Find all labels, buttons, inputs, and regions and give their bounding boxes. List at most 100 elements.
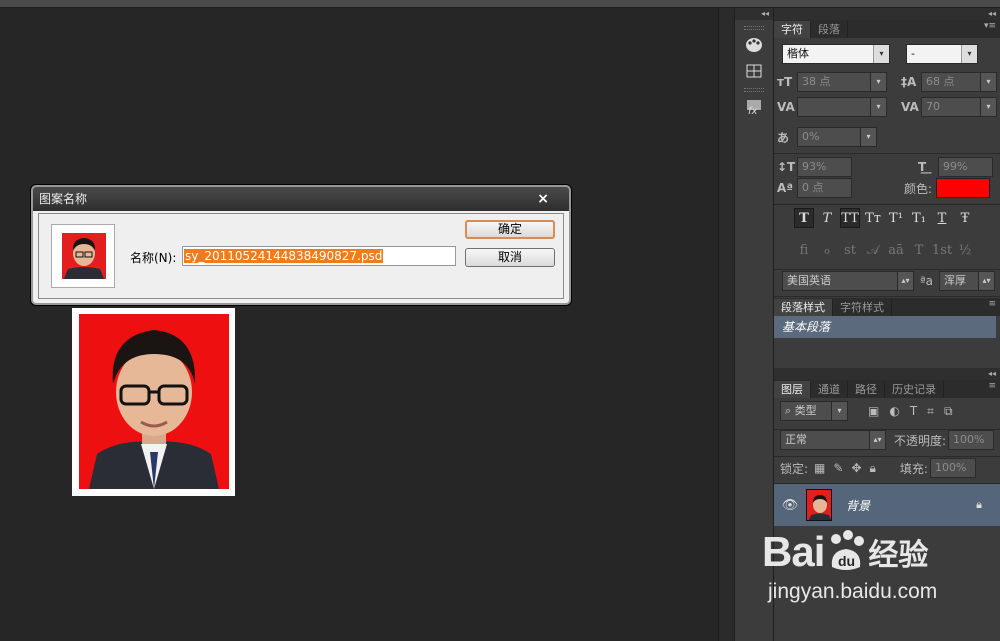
pattern-preview-image xyxy=(62,233,106,279)
character-tabbar: 字符 段落 ▾≡ xyxy=(774,20,1000,38)
font-family-value: 楷体 xyxy=(787,47,809,60)
panel-menu-icon[interactable]: ≡ xyxy=(988,299,996,309)
faux-bold-button[interactable]: T xyxy=(794,208,814,228)
canvas-scroll-gutter[interactable] xyxy=(718,8,734,641)
all-caps-button[interactable]: TT xyxy=(840,208,860,228)
lock-move-icon[interactable]: ✥ xyxy=(851,461,861,475)
filter-adjustment-icon[interactable]: ◐ xyxy=(889,404,899,418)
person-portrait-graphic xyxy=(89,330,219,489)
collapse-icon[interactable]: ◂◂ xyxy=(774,8,1000,20)
fill-field[interactable]: 100% xyxy=(929,458,976,478)
baseline-shift-field[interactable]: 0 点 xyxy=(797,178,852,198)
eye-icon[interactable]: 👁︎ xyxy=(774,498,806,513)
person-portrait-graphic xyxy=(64,238,104,279)
superscript-button[interactable]: T¹ xyxy=(886,208,906,228)
dialog-titlebar[interactable]: 图案名称 × xyxy=(33,187,569,211)
discretionary-ligature-button[interactable]: ℴ xyxy=(817,240,837,260)
vertical-scale-field[interactable]: 93% xyxy=(797,157,852,177)
chevron-down-icon: ▾ xyxy=(873,45,889,63)
id-photo xyxy=(72,308,235,496)
text-color-swatch[interactable] xyxy=(936,178,991,198)
blend-mode-select[interactable]: 正常 ▴▾ xyxy=(780,430,886,450)
top-strip xyxy=(0,0,1000,8)
font-size-icon: ᴛT xyxy=(777,75,793,89)
subscript-button[interactable]: T₁ xyxy=(909,208,929,228)
strikethrough-button[interactable]: Ŧ xyxy=(955,208,975,228)
pattern-name-input[interactable]: sy_20110524144838490827.psd xyxy=(182,246,456,266)
titling-alternates-button[interactable]: aā xyxy=(886,240,906,260)
antialias-select[interactable]: 浑厚 ▴▾ xyxy=(939,271,996,291)
paragraph-styles-tabbar: 段落样式 字符样式 ≡ xyxy=(774,298,1000,316)
scale-ratio-field[interactable]: 0% ▾ xyxy=(797,127,877,147)
layer-row[interactable]: 👁︎ 背景 🔒︎ xyxy=(774,484,1000,526)
ok-button[interactable]: 确定 xyxy=(465,220,555,239)
palette-icon[interactable] xyxy=(741,34,767,56)
ordinals-button[interactable]: 1st xyxy=(932,240,952,260)
vertical-scale-value: 93% xyxy=(802,160,827,173)
filter-smartobject-icon[interactable]: ⧉ xyxy=(944,404,953,419)
collapse-icon[interactable]: ◂◂ xyxy=(735,8,773,20)
filter-pixel-icon[interactable]: ▣ xyxy=(868,404,879,418)
watermark-brand: Bai xyxy=(762,528,825,575)
font-size-field[interactable]: 38 点 ▾ xyxy=(797,72,887,92)
blend-mode-value: 正常 xyxy=(785,433,807,446)
panel-menu-icon[interactable]: ≡ xyxy=(988,381,996,391)
chevron-down-icon: ▾ xyxy=(980,73,996,91)
lock-paint-icon[interactable]: ✎ xyxy=(833,461,843,475)
panel-menu-icon[interactable]: ▾≡ xyxy=(984,21,996,31)
paragraph-style-item[interactable]: 基本段落 xyxy=(774,316,996,338)
lock-transparent-icon[interactable]: ▦ xyxy=(814,461,825,475)
filter-shape-icon[interactable]: ⌗ xyxy=(927,404,934,419)
tab-layers[interactable]: 图层 xyxy=(774,381,811,398)
small-caps-button[interactable]: Tт xyxy=(863,208,883,228)
tab-character[interactable]: 字符 xyxy=(774,21,811,38)
tab-history[interactable]: 历史记录 xyxy=(885,381,944,398)
tab-character-styles[interactable]: 字符样式 xyxy=(833,299,892,316)
opacity-field[interactable]: 100% xyxy=(948,430,995,450)
tab-channels[interactable]: 通道 xyxy=(811,381,848,398)
filter-type-icon[interactable]: T xyxy=(910,404,917,418)
antialias-value: 浑厚 xyxy=(944,274,967,287)
collapse-icon[interactable]: ◂◂ xyxy=(774,368,1000,380)
grip-icon[interactable] xyxy=(744,88,764,92)
language-select[interactable]: 美国英语 ▴▾ xyxy=(782,271,914,291)
ligature-button[interactable]: ﬁ xyxy=(794,240,814,260)
horizontal-scale-field[interactable]: 99% xyxy=(938,157,993,177)
layer-name[interactable]: 背景 xyxy=(846,497,870,514)
tracking-field[interactable]: 70 ▾ xyxy=(921,97,997,117)
faux-italic-button[interactable]: T xyxy=(817,208,837,228)
close-icon[interactable]: × xyxy=(537,187,549,211)
color-label: 颜色: xyxy=(904,181,933,196)
fx-styles-icon[interactable]: fx xyxy=(741,96,767,118)
tab-paragraph[interactable]: 段落 xyxy=(811,21,848,38)
pattern-name-dialog: 图案名称 × 名称(N): sy_20110524144838490827.ps… xyxy=(31,185,571,305)
grid-icon[interactable] xyxy=(741,60,767,82)
tab-paragraph-styles[interactable]: 段落样式 xyxy=(774,299,833,316)
vertical-scale-icon: ↕T xyxy=(777,160,796,174)
tab-paths[interactable]: 路径 xyxy=(848,381,885,398)
stylistic-alternates-button[interactable]: st xyxy=(840,240,860,260)
fractions-button[interactable]: ½ xyxy=(955,240,975,260)
kerning-field[interactable]: ▾ xyxy=(797,97,887,117)
scale-ratio-value: 0% xyxy=(802,130,820,143)
underline-button[interactable]: T xyxy=(932,208,952,228)
fill-value: 100% xyxy=(934,461,967,474)
cancel-button[interactable]: 取消 xyxy=(465,248,555,267)
swash-button[interactable]: 𝒜 xyxy=(863,240,883,260)
name-label: 名称(N): xyxy=(130,251,177,265)
horizontal-scale-value: 99% xyxy=(943,160,968,173)
chevron-down-icon: ▴▾ xyxy=(869,431,885,449)
watermark-url: jingyan.baidu.com xyxy=(768,580,938,603)
chevron-down-icon: ▾ xyxy=(870,73,886,91)
grip-icon[interactable] xyxy=(744,26,764,30)
font-family-select[interactable]: 楷体 ▾ xyxy=(782,44,890,64)
lock-all-icon[interactable]: 🔒︎ xyxy=(870,461,876,476)
layer-filter-value: 类型 xyxy=(794,404,817,417)
font-style-select[interactable]: - ▾ xyxy=(906,44,978,64)
leading-field[interactable]: 68 点 ▾ xyxy=(921,72,997,92)
titling-button[interactable]: T xyxy=(909,240,929,260)
layer-filter-select[interactable]: ⌕ 类型 ▾ xyxy=(780,401,848,421)
lock-label: 锁定: xyxy=(780,461,809,476)
chevron-down-icon: ▾ xyxy=(860,128,876,146)
chevron-down-icon: ▴▾ xyxy=(978,272,995,290)
